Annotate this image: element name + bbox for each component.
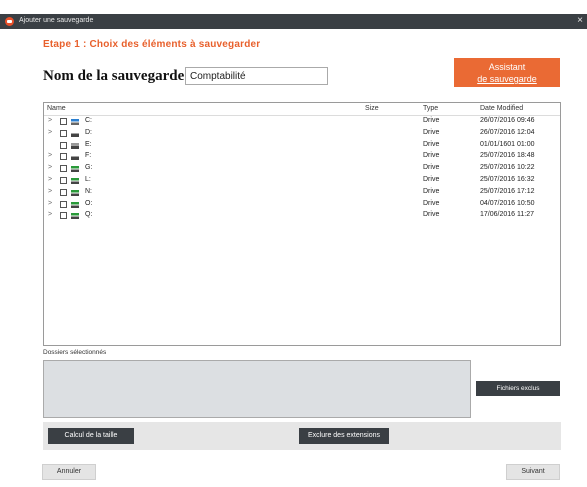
network-drive-icon [71,213,79,220]
row-checkbox[interactable] [60,188,67,196]
drive-name: G: [85,164,93,172]
drive-type: Drive [423,175,440,183]
drive-name: Q: [85,211,93,219]
drive-name: L: [85,175,91,183]
expand-chevron-icon[interactable]: > [48,176,52,183]
drive-type: Drive [423,128,440,136]
row-checkbox[interactable] [60,118,67,125]
tree-row[interactable]: E: Drive 01/01/1601 01:00 [44,140,560,152]
tree-row[interactable]: > L: Drive 25/07/2016 16:32 [44,175,560,187]
network-drive-icon [71,189,79,196]
drive-type: Drive [423,117,440,124]
cancel-button[interactable]: Annuler [42,464,96,480]
backup-name-label: Nom de la sauvegarde : [43,68,193,84]
exclude-extensions-button[interactable]: Exclure des extensions [299,428,389,444]
drive-name: N: [85,187,92,195]
drive-date-modified: 25/07/2016 17:12 [480,187,535,195]
expand-chevron-icon[interactable]: > [48,129,52,136]
drive-tree[interactable]: Name Size Type Date Modified > C: Drive 26/… [43,102,561,346]
assistant-button-line1: Assistant [488,62,526,72]
backup-name-input[interactable] [185,67,328,85]
tree-rows: > C: Drive 26/07/2016 09:46 > D: Drive 26/07/20… [44,116,560,222]
column-header-date-modified[interactable]: Date Modified [480,105,523,112]
column-header-type[interactable]: Type [423,105,438,112]
system-drive-icon [71,119,79,125]
tree-row[interactable]: > C: Drive 26/07/2016 09:46 [44,116,560,128]
drive-type: Drive [423,164,440,172]
column-header-name[interactable]: Name [47,105,66,112]
row-checkbox[interactable] [60,129,67,137]
drive-name: E: [85,140,92,148]
drive-date-modified: 26/07/2016 09:46 [480,117,535,124]
tree-header: Name Size Type Date Modified [44,103,560,116]
drive-type: Drive [423,187,440,195]
step-heading: Etape 1 : Choix des éléments à sauvegard… [43,39,261,50]
drive-date-modified: 01/01/1601 01:00 [480,140,535,148]
expand-chevron-icon[interactable]: > [48,164,52,171]
window-title: Ajouter une sauvegarde [19,17,94,24]
column-header-size[interactable]: Size [365,105,379,112]
tree-row[interactable]: > G: Drive 25/07/2016 10:22 [44,163,560,175]
drive-type: Drive [423,152,440,160]
row-checkbox[interactable] [60,153,67,161]
network-drive-icon [71,201,79,208]
expand-chevron-icon[interactable]: > [48,117,52,124]
bottom-toolbar: Calcul de la taille Exclure des extensio… [43,422,561,450]
calculate-size-button[interactable]: Calcul de la taille [48,428,134,444]
row-checkbox[interactable] [60,176,67,184]
drive-date-modified: 04/07/2016 10:50 [480,199,535,207]
tree-row[interactable]: > O: Drive 04/07/2016 10:50 [44,199,560,211]
drive-name: D: [85,128,92,136]
network-drive-icon [71,177,79,184]
row-checkbox[interactable] [60,200,67,208]
drive-type: Drive [423,140,440,148]
drive-name: O: [85,199,93,207]
local-drive-icon [71,130,79,137]
expand-chevron-icon[interactable]: > [48,200,52,207]
local-drive-icon [71,154,79,161]
next-button[interactable]: Suivant [506,464,560,480]
assistant-button-line2: de sauvegarde [477,74,537,84]
drive-name: F: [85,152,92,160]
drive-date-modified: 25/07/2016 10:22 [480,164,535,172]
drive-date-modified: 25/07/2016 18:48 [480,152,535,160]
drive-date-modified: 25/07/2016 16:32 [480,175,535,183]
optical-drive-icon [71,142,79,149]
close-icon[interactable]: × [577,15,583,26]
row-checkbox[interactable] [60,165,67,173]
selected-folders-list[interactable] [43,360,471,418]
expand-chevron-icon[interactable]: > [48,152,52,159]
selected-folders-label: Dossiers sélectionnés [43,349,107,356]
backup-assistant-button[interactable]: Assistant de sauvegarde [454,58,560,87]
drive-type: Drive [423,211,440,219]
expand-chevron-icon[interactable]: > [48,211,52,218]
drive-date-modified: 17/06/2016 11:27 [480,211,534,219]
network-drive-icon [71,166,79,173]
row-checkbox[interactable] [60,141,67,149]
excluded-files-button[interactable]: Fichiers exclus [476,381,560,396]
drive-name: C: [85,117,92,124]
app-logo-icon [5,17,14,26]
tree-row[interactable]: > F: Drive 25/07/2016 18:48 [44,151,560,163]
window-titlebar: Ajouter une sauvegarde × [0,14,587,29]
tree-row[interactable]: > N: Drive 25/07/2016 17:12 [44,187,560,199]
drive-date-modified: 26/07/2016 12:04 [480,128,535,136]
tree-row[interactable]: > Q: Drive 17/06/2016 11:27 [44,210,560,222]
row-checkbox[interactable] [60,212,67,220]
tree-row[interactable]: > D: Drive 26/07/2016 12:04 [44,128,560,140]
expand-chevron-icon[interactable]: > [48,188,52,195]
drive-type: Drive [423,199,440,207]
